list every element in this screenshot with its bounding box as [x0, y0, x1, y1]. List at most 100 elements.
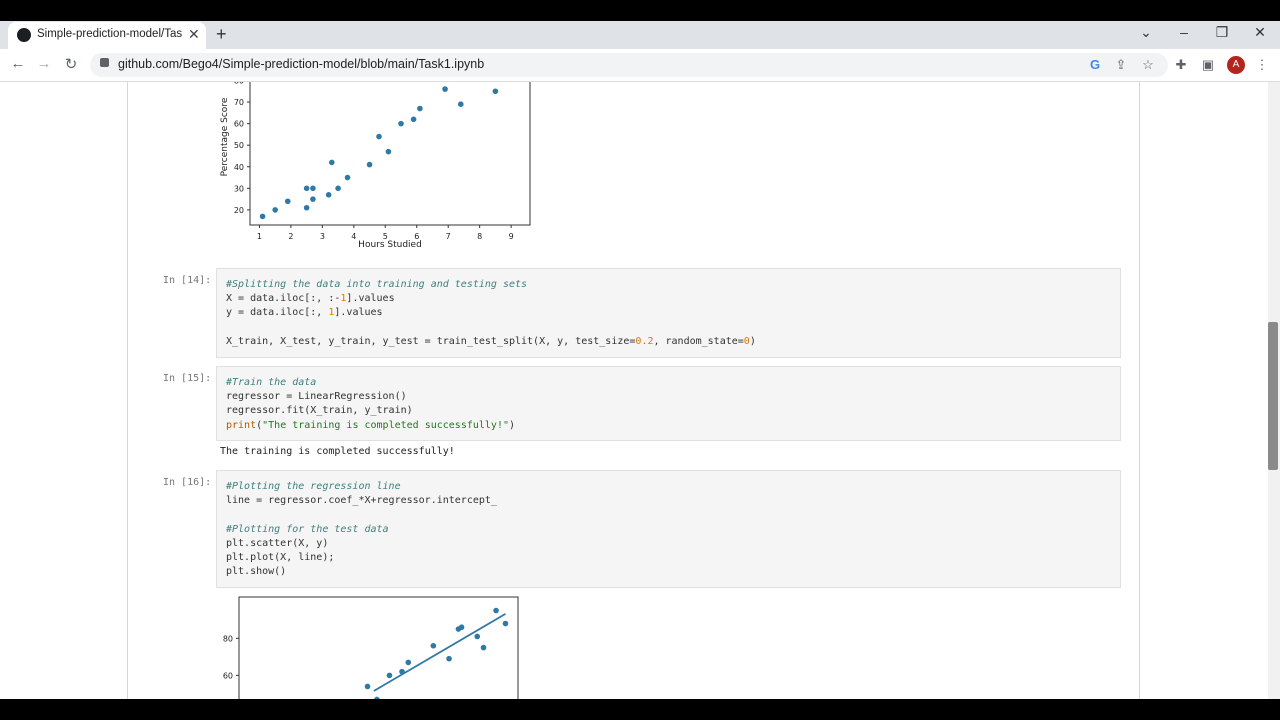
google-icon[interactable]: G — [1087, 57, 1103, 72]
data-point — [259, 213, 266, 220]
data-point — [284, 198, 291, 205]
code-token: #Splitting the data into training and te… — [226, 279, 528, 290]
code-token: , random_state= — [653, 335, 744, 347]
forward-arrow-icon[interactable]: → — [34, 55, 54, 72]
data-point — [303, 185, 310, 192]
data-point — [310, 185, 316, 192]
plot-frame — [238, 596, 519, 699]
code-token: #Train the data — [226, 377, 317, 388]
scatter-plot-hours-vs-score: 12345678920304050607080 Hours Studied Pe… — [220, 82, 531, 250]
x-tick-label: 8 — [477, 232, 482, 241]
x-axis-label: Hours Studied — [358, 240, 422, 250]
code-token: #Plotting the regression line — [226, 481, 401, 492]
code-line: print("The training is completed success… — [226, 420, 515, 431]
code-token: ].values — [334, 307, 383, 319]
code-token: plt.scatter(X, y) — [226, 537, 329, 549]
data-point — [376, 133, 382, 140]
code-line: plt.show() — [226, 566, 286, 577]
code-token: regressor = LinearRegression() — [226, 391, 407, 403]
browser-tab[interactable]: Simple-prediction-model/Task1.i ✕ — [8, 22, 206, 49]
scrollbar-thumb[interactable] — [1268, 322, 1278, 470]
code-token: X = data.iloc[:, :- — [226, 293, 341, 305]
tab-search-icon[interactable]: ⌄ — [1136, 24, 1156, 41]
code-token: ].values — [346, 293, 395, 305]
data-point — [303, 204, 310, 211]
x-tick-label: 9 — [509, 232, 514, 241]
more-menu-icon[interactable]: ⋮ — [1254, 57, 1270, 73]
screen-top-border — [0, 0, 1280, 21]
restore-icon[interactable]: ❐ — [1212, 24, 1232, 41]
code-token: plt.plot(X, line); — [226, 552, 335, 563]
code-token: "The training is completed successfully!… — [262, 419, 509, 431]
data-point — [492, 88, 499, 95]
minimize-icon[interactable]: – — [1174, 24, 1194, 40]
cell-prompt: In [14]: — [163, 275, 212, 286]
code-token: ) — [749, 335, 756, 347]
code-token: 0.2 — [635, 335, 654, 347]
data-point — [310, 196, 316, 202]
x-tick-label: 4 — [351, 232, 356, 241]
github-icon — [17, 28, 31, 42]
back-arrow-icon[interactable]: ← — [8, 55, 28, 72]
y-tick-label: 60 — [223, 671, 233, 680]
data-point — [364, 683, 371, 690]
code-line: #Splitting the data into training and te… — [226, 279, 527, 290]
url-text[interactable]: github.com/Bego4/Simple-prediction-model… — [118, 57, 484, 71]
data-point — [399, 668, 405, 675]
x-tick-label: 3 — [320, 232, 325, 241]
reload-icon[interactable]: ↻ — [61, 55, 81, 73]
share-icon[interactable]: ⇪ — [1113, 57, 1129, 73]
y-tick-label: 50 — [234, 141, 244, 150]
data-point — [398, 120, 404, 127]
cell-prompt: In [16]: — [163, 477, 212, 488]
data-point — [493, 607, 499, 614]
data-point — [442, 86, 448, 92]
y-tick-label: 60 — [234, 120, 244, 129]
code-token: X_train, X_test, y_train, y_test = train… — [226, 335, 636, 347]
code-token: print — [226, 419, 257, 431]
code-line: #Train the data — [226, 377, 316, 388]
page-viewport: 12345678920304050607080 Hours Studied Pe… — [0, 82, 1268, 699]
data-point — [446, 655, 452, 662]
y-tick-label: 20 — [234, 206, 244, 215]
data-point — [335, 185, 341, 192]
bookmark-star-icon[interactable]: ☆ — [1140, 57, 1156, 73]
code-line: X_train, X_test, y_train, y_test = train… — [226, 336, 756, 347]
lock-icon[interactable] — [100, 58, 109, 67]
data-point — [386, 672, 393, 679]
code-token: plt.show() — [226, 566, 287, 578]
code-token: regressor.fit(X_train, y_train) — [226, 405, 413, 417]
tab-title: Simple-prediction-model/Task1.i — [37, 28, 182, 40]
code-token: y = data.iloc[:, — [226, 307, 329, 319]
extensions-puzzle-icon[interactable]: ✚ — [1173, 57, 1189, 73]
code-cell[interactable]: #Plotting the regression line line = regr… — [216, 470, 1121, 588]
data-point — [417, 105, 423, 112]
tab-close-icon[interactable]: ✕ — [188, 26, 200, 43]
x-tick-label: 1 — [257, 232, 262, 241]
x-tick-label: 7 — [446, 232, 451, 241]
side-panel-icon[interactable]: ▣ — [1200, 57, 1216, 73]
code-cell[interactable]: #Splitting the data into training and te… — [216, 268, 1121, 358]
y-tick-label: 30 — [234, 184, 244, 193]
data-point — [272, 207, 278, 213]
code-line: y = data.iloc[:, 1].values — [226, 307, 383, 318]
y-tick-label: 80 — [223, 634, 233, 643]
data-point — [385, 148, 392, 155]
data-point — [457, 101, 464, 107]
data-point — [366, 161, 373, 168]
cell-prompt: In [15]: — [163, 373, 212, 384]
window-close-icon[interactable]: ✕ — [1250, 24, 1270, 41]
code-line: plt.scatter(X, y) — [226, 538, 328, 549]
avatar[interactable]: A — [1227, 56, 1245, 74]
code-line: line = regressor.coef_*X+regressor.inter… — [226, 495, 497, 506]
code-line: regressor.fit(X_train, y_train) — [226, 405, 413, 416]
data-point — [502, 620, 509, 627]
code-cell[interactable]: #Train the data regressor = LinearRegress… — [216, 366, 1121, 441]
y-tick-label: 70 — [234, 98, 244, 107]
code-token: #Plotting for the test data — [226, 523, 389, 535]
data-point — [474, 633, 481, 640]
data-point — [328, 159, 335, 166]
code-line: X = data.iloc[:, :-1].values — [226, 293, 395, 304]
new-tab-button[interactable]: + — [216, 24, 227, 45]
data-point — [430, 642, 437, 649]
